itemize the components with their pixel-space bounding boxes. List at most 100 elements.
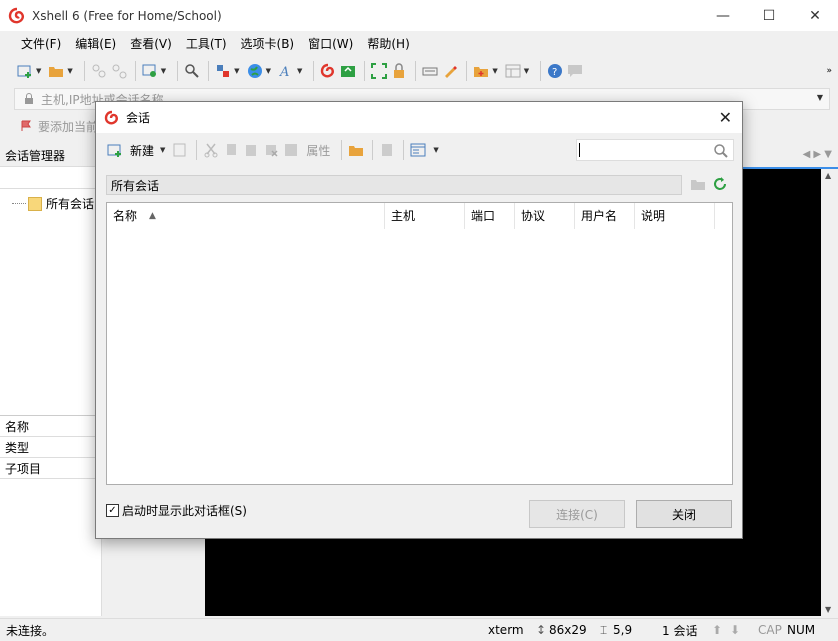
- terminal-size: 86x29: [549, 623, 587, 637]
- prop-row-children: 子项目: [0, 458, 101, 479]
- chevron-down-icon[interactable]: ▼: [160, 146, 165, 154]
- column-description[interactable]: 说明: [635, 202, 715, 229]
- column-name[interactable]: 名称 ▲: [107, 202, 385, 229]
- open-folder-icon[interactable]: [47, 62, 65, 80]
- maximize-button[interactable]: ☐: [746, 0, 792, 31]
- import-icon[interactable]: [378, 141, 396, 159]
- toolbar-overflow-chevron[interactable]: »: [826, 66, 832, 76]
- session-list[interactable]: 名称 ▲ 主机 端口 协议 用户名 说明: [106, 202, 733, 485]
- arrow-down-icon[interactable]: ⬇: [730, 623, 740, 637]
- column-host[interactable]: 主机: [385, 202, 465, 229]
- toolbar-separator: [134, 61, 136, 81]
- dialog-title: 会话: [126, 111, 151, 125]
- chevron-down-icon[interactable]: ▼: [161, 67, 166, 75]
- menu-file[interactable]: 文件(F): [14, 35, 68, 52]
- font-icon[interactable]: A: [277, 62, 295, 80]
- dialog-close-icon[interactable]: ✕: [719, 108, 732, 127]
- folder-up-icon[interactable]: [690, 176, 706, 192]
- copy-icon[interactable]: [222, 141, 240, 159]
- tab-scroll-arrows[interactable]: ◀ ▶ ▼: [803, 149, 832, 160]
- xftp-icon[interactable]: [339, 62, 357, 80]
- chevron-down-icon[interactable]: ▼: [524, 67, 529, 75]
- chevron-down-icon[interactable]: ▼: [817, 93, 823, 102]
- open-folder-icon[interactable]: [347, 141, 365, 159]
- session-settings-icon[interactable]: [141, 62, 159, 80]
- bookmark-flag-icon: [21, 120, 31, 131]
- menu-view[interactable]: 查看(V): [123, 35, 179, 52]
- minimize-button[interactable]: —: [700, 0, 746, 31]
- disconnect-icon[interactable]: [110, 62, 128, 80]
- chevron-down-icon[interactable]: ▼: [297, 67, 302, 75]
- keyboard-icon[interactable]: [421, 62, 439, 80]
- toolbar-separator: [540, 61, 542, 81]
- chevron-down-icon[interactable]: ▼: [266, 67, 271, 75]
- chevron-down-icon[interactable]: ▼: [67, 67, 72, 75]
- help-icon[interactable]: ?: [546, 62, 564, 80]
- chat-bubble-icon[interactable]: [566, 62, 584, 80]
- connect-icon[interactable]: [90, 62, 108, 80]
- num-lock-indicator: NUM: [787, 623, 816, 637]
- open-session-icon[interactable]: [171, 141, 189, 159]
- session-search-input[interactable]: [576, 139, 734, 161]
- scroll-up-icon[interactable]: ▲: [825, 171, 831, 180]
- delete-icon[interactable]: [262, 141, 280, 159]
- column-username[interactable]: 用户名: [575, 202, 635, 229]
- refresh-icon[interactable]: [712, 176, 728, 192]
- chevron-down-icon[interactable]: ▼: [36, 67, 41, 75]
- session-path-field: 所有会话: [106, 175, 682, 195]
- column-port[interactable]: 端口: [465, 202, 515, 229]
- scroll-down-icon[interactable]: ▼: [825, 605, 831, 614]
- toolbar-separator: [83, 61, 85, 81]
- column-protocol[interactable]: 协议: [515, 202, 575, 229]
- close-dialog-button[interactable]: 关闭: [636, 500, 732, 528]
- highlight-pen-icon[interactable]: [441, 62, 459, 80]
- cut-icon[interactable]: [202, 141, 220, 159]
- chevron-down-icon[interactable]: ▼: [433, 146, 438, 154]
- menu-tabs[interactable]: 选项卡(B): [234, 35, 302, 52]
- session-count: 1 会话: [662, 623, 698, 638]
- lock-icon[interactable]: [390, 62, 408, 80]
- session-manager-search[interactable]: [0, 167, 101, 189]
- toolbar-separator: [208, 61, 210, 81]
- window-title: Xshell 6 (Free for Home/School): [32, 8, 222, 23]
- color-scheme-icon[interactable]: [214, 62, 232, 80]
- new-folder-icon[interactable]: [472, 62, 490, 80]
- new-session-icon[interactable]: [106, 141, 124, 159]
- menu-window[interactable]: 窗口(W): [301, 35, 360, 52]
- caps-lock-indicator: CAP: [758, 623, 782, 637]
- globe-icon[interactable]: [246, 62, 264, 80]
- prop-row-name: 名称: [0, 416, 101, 437]
- view-mode-icon[interactable]: [409, 141, 427, 159]
- search-icon[interactable]: [713, 143, 729, 159]
- menu-tools[interactable]: 工具(T): [179, 35, 234, 52]
- xshell-logo-icon: [8, 7, 24, 23]
- layout-icon[interactable]: [504, 62, 522, 80]
- tree-item-all-sessions[interactable]: 所有会话: [12, 195, 94, 212]
- properties-button[interactable]: 属性: [306, 142, 330, 159]
- connect-button[interactable]: 连接(C): [529, 500, 625, 528]
- new-session-button[interactable]: 新建: [130, 142, 154, 159]
- terminal-scrollbar[interactable]: ▲ ▼: [821, 169, 838, 616]
- chevron-down-icon[interactable]: ▼: [492, 67, 497, 75]
- chevron-down-icon[interactable]: ▼: [234, 67, 239, 75]
- xshell-logo-icon[interactable]: [319, 62, 337, 80]
- find-icon[interactable]: [183, 62, 201, 80]
- lock-icon: [25, 93, 33, 104]
- menu-help[interactable]: 帮助(H): [360, 35, 416, 52]
- cursor-position: 5,9: [613, 623, 633, 637]
- new-session-icon[interactable]: [16, 62, 34, 80]
- paste-icon[interactable]: [242, 141, 260, 159]
- arrow-up-icon[interactable]: ⬆: [712, 623, 722, 637]
- close-window-button[interactable]: ✕: [792, 0, 838, 31]
- menu-edit[interactable]: 编辑(E): [68, 35, 123, 52]
- toolbar-separator: [403, 140, 405, 160]
- show-on-startup-option[interactable]: ✓ 启动时显示此对话框(S): [106, 502, 247, 519]
- resize-icon: ↕: [536, 623, 547, 637]
- folder-icon: [28, 196, 42, 211]
- show-on-startup-checkbox[interactable]: ✓: [106, 504, 119, 517]
- status-bar: 未连接。 xterm ↕ 86x29 ⌶ 5,9 1 会话 ⬆ ⬇ CAP NU…: [0, 618, 838, 641]
- fullscreen-icon[interactable]: [370, 62, 388, 80]
- session-path: 所有会话: [111, 178, 160, 193]
- svg-text:A: A: [279, 65, 289, 79]
- properties-icon[interactable]: [282, 141, 300, 159]
